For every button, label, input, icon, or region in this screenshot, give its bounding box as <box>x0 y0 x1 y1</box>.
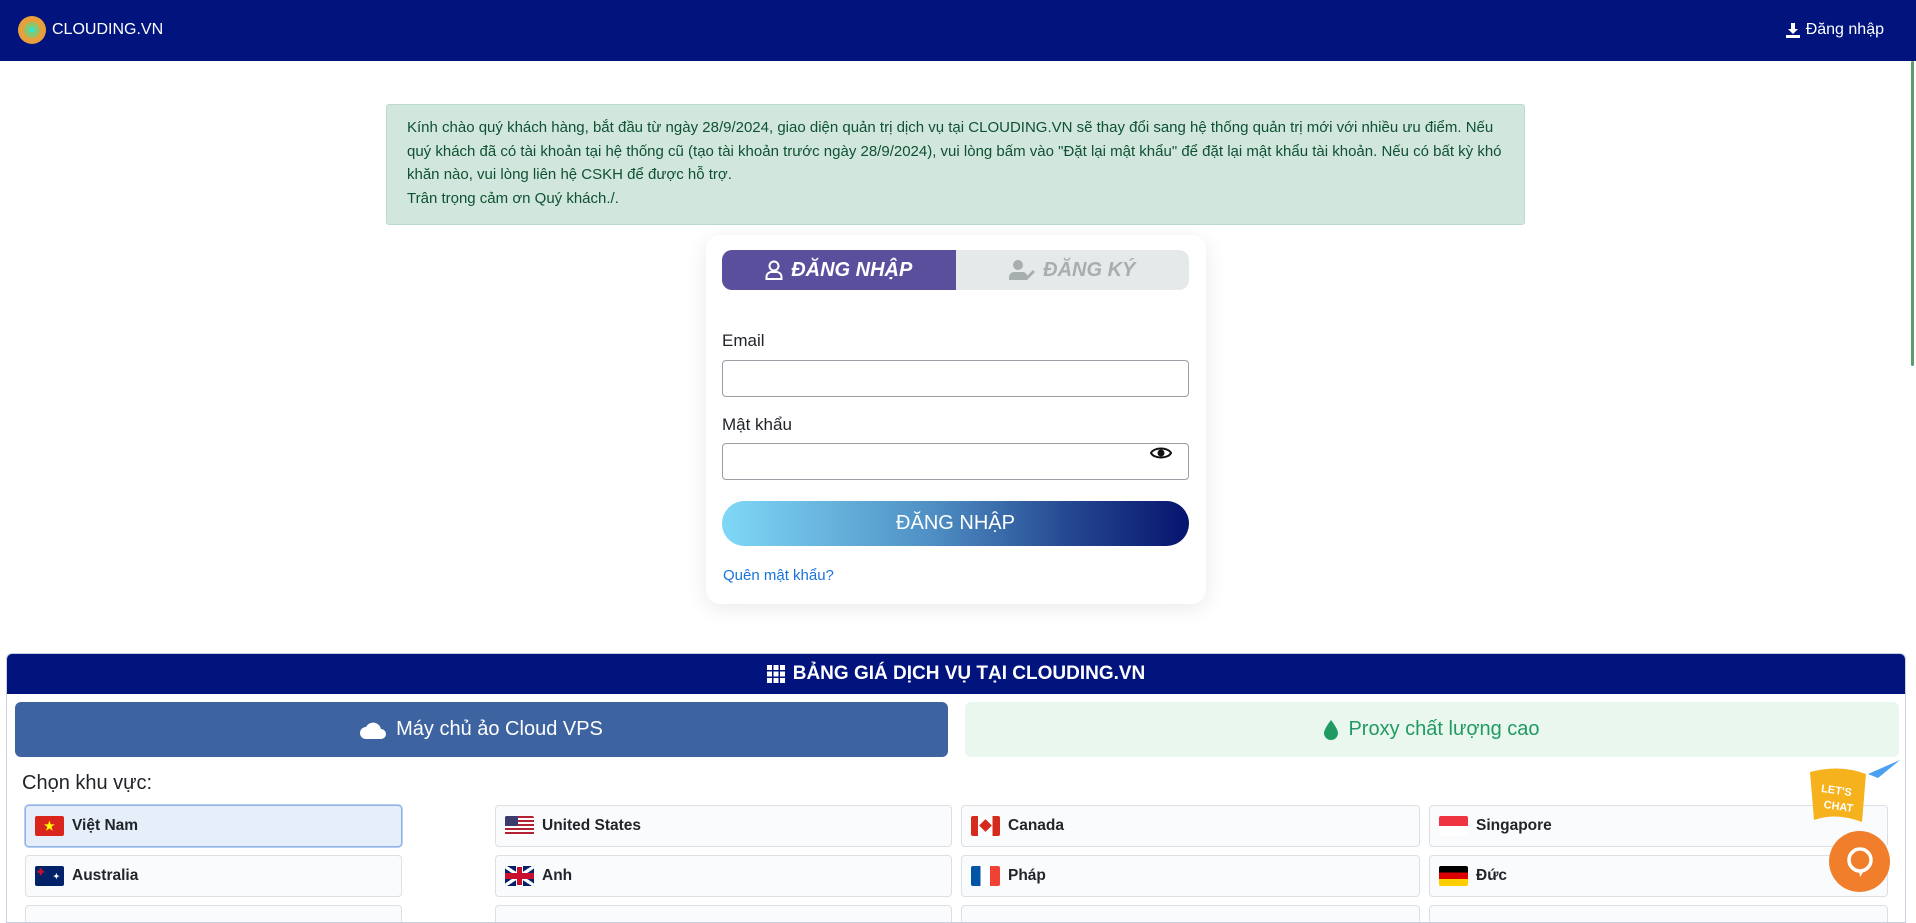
region-option[interactable] <box>1429 905 1888 922</box>
tab-cloud-vps[interactable]: Máy chủ ảo Cloud VPS <box>15 702 948 757</box>
eye-icon[interactable] <box>1150 445 1172 461</box>
login-submit-button[interactable]: ĐĂNG NHẬP <box>722 501 1189 546</box>
flag-de-icon <box>1439 866 1468 886</box>
login-link-label: Đăng nhập <box>1805 21 1884 38</box>
cloud-icon <box>360 722 387 739</box>
tab-proxy[interactable]: Proxy chất lượng cao <box>965 702 1899 757</box>
region-option[interactable] <box>25 905 402 922</box>
user-edit-icon <box>1009 260 1036 280</box>
email-input[interactable] <box>722 360 1189 397</box>
tab-proxy-label: Proxy chất lượng cao <box>1348 718 1540 740</box>
lets-chat-icon: LET'SCHAT <box>1810 760 1900 822</box>
region-label: Chọn khu vực: <box>22 772 153 794</box>
scrollbar[interactable] <box>1911 61 1914 366</box>
tab-login[interactable]: ĐĂNG NHẬP <box>722 250 956 290</box>
region-option-ca[interactable]: Canada <box>961 805 1420 847</box>
region-option-label: United States <box>542 817 642 834</box>
region-option-gb[interactable]: Anh <box>495 855 952 897</box>
grid-icon <box>766 665 785 683</box>
flag-fr-icon <box>971 866 1000 886</box>
pricing-title: BẢNG GIÁ DỊCH VỤ TẠI CLOUDING.VN <box>792 663 1146 684</box>
lets-chat-badge[interactable]: LET'S CHAT <box>1806 760 1902 831</box>
tab-cloud-vps-label: Máy chủ ảo Cloud VPS <box>396 718 603 740</box>
region-option-vn[interactable]: ★ Việt Nam <box>25 805 402 847</box>
pricing-header: BẢNG GIÁ DỊCH VỤ TẠI CLOUDING.VN <box>7 654 1905 694</box>
notice-text: Kính chào quý khách hàng, bắt đầu từ ngà… <box>407 119 1502 183</box>
password-input[interactable] <box>722 443 1189 480</box>
region-option-label: Anh <box>542 867 573 884</box>
notice-closing: Trân trọng cảm ơn Quý khách./. <box>407 189 619 207</box>
flag-us-icon <box>505 816 534 836</box>
region-option-label: Đức <box>1476 867 1508 884</box>
brand-name[interactable]: CLOUDING.VN <box>52 21 163 39</box>
region-option-label: Pháp <box>1008 867 1046 884</box>
region-option-label: Canada <box>1008 817 1064 834</box>
region-option-label: Việt Nam <box>72 817 139 834</box>
top-navbar: CLOUDING.VN Đăng nhập <box>0 0 1916 61</box>
auth-card: ĐĂNG NHẬP ĐĂNG KÝ Email Mật khẩu ĐĂNG NH… <box>706 235 1206 604</box>
forgot-password-link[interactable]: Quên mật khẩu? <box>723 567 834 584</box>
flag-gb-icon <box>505 866 534 886</box>
flag-ca-icon <box>971 816 1000 836</box>
login-link[interactable]: Đăng nhập <box>1785 21 1884 39</box>
email-label: Email <box>722 331 765 350</box>
user-icon <box>765 260 783 280</box>
region-option-fr[interactable]: Pháp <box>961 855 1420 897</box>
chat-button[interactable] <box>1829 831 1890 892</box>
region-option[interactable] <box>495 905 952 922</box>
flag-sg-icon <box>1439 816 1468 836</box>
logo-icon[interactable] <box>18 16 46 44</box>
region-option-de[interactable]: Đức <box>1429 855 1888 897</box>
droplet-icon <box>1324 719 1339 740</box>
chat-bubble-icon <box>1846 846 1873 877</box>
region-option[interactable] <box>961 905 1420 922</box>
tab-login-label: ĐĂNG NHẬP <box>791 258 913 281</box>
password-label: Mật khẩu <box>722 415 792 434</box>
flag-vn-icon: ★ <box>35 816 64 836</box>
download-user-icon <box>1785 22 1800 38</box>
pricing-panel: BẢNG GIÁ DỊCH VỤ TẠI CLOUDING.VN Máy chủ… <box>6 653 1906 923</box>
region-option-us[interactable]: United States <box>495 805 952 847</box>
flag-au-icon: ✚ ✦ <box>35 866 64 886</box>
region-option-label: Singapore <box>1476 817 1552 834</box>
tab-register-label: ĐĂNG KÝ <box>1043 258 1136 281</box>
region-option-label: Australia <box>72 867 139 884</box>
notice-alert: Kính chào quý khách hàng, bắt đầu từ ngà… <box>386 104 1525 225</box>
auth-tabs: ĐĂNG NHẬP ĐĂNG KÝ <box>722 250 1189 290</box>
region-option-au[interactable]: ✚ ✦ Australia <box>25 855 402 897</box>
tab-register[interactable]: ĐĂNG KÝ <box>955 250 1189 290</box>
